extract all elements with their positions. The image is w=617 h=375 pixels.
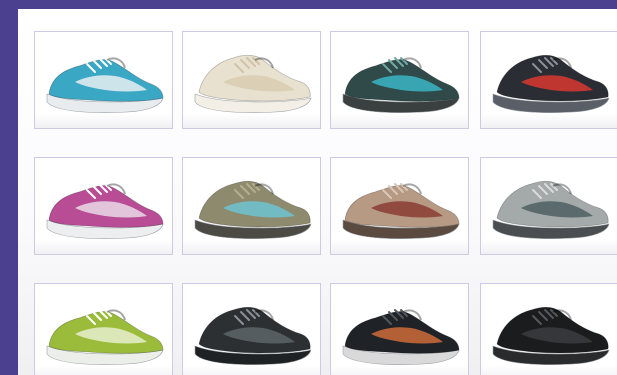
thumbnail-reflection [35,240,172,254]
window-left-border [0,0,18,375]
product-thumbnail[interactable] [182,31,321,129]
thumbnail-reflection [35,366,172,375]
thumbnail-reflection [35,114,172,128]
thumbnail-reflection [481,114,617,128]
product-thumbnail[interactable] [330,283,469,375]
product-thumbnail[interactable] [480,283,617,375]
thumbnail-reflection [183,240,320,254]
thumbnail-reflection [183,114,320,128]
shoe-icon [492,306,610,365]
product-thumbnail[interactable] [34,31,173,129]
thumbnail-reflection [481,240,617,254]
thumbnail-reflection [331,240,468,254]
product-thumbnail[interactable] [34,157,173,255]
window-top-border [0,0,617,9]
shoe-icon [342,309,460,365]
product-thumbnail[interactable] [182,283,321,375]
shoe-icon [46,309,164,365]
product-thumbnail[interactable] [34,283,173,375]
product-thumbnail[interactable] [182,157,321,255]
shoe-icon [194,306,312,365]
thumbnail-reflection [331,366,468,375]
product-thumbnail[interactable] [330,31,469,129]
thumbnail-reflection [331,114,468,128]
product-thumbnail[interactable] [480,31,617,129]
product-grid-panel [18,9,617,375]
product-thumbnail[interactable] [330,157,469,255]
product-thumbnail[interactable] [480,157,617,255]
thumbnail-reflection [481,366,617,375]
thumbnail-reflection [183,366,320,375]
